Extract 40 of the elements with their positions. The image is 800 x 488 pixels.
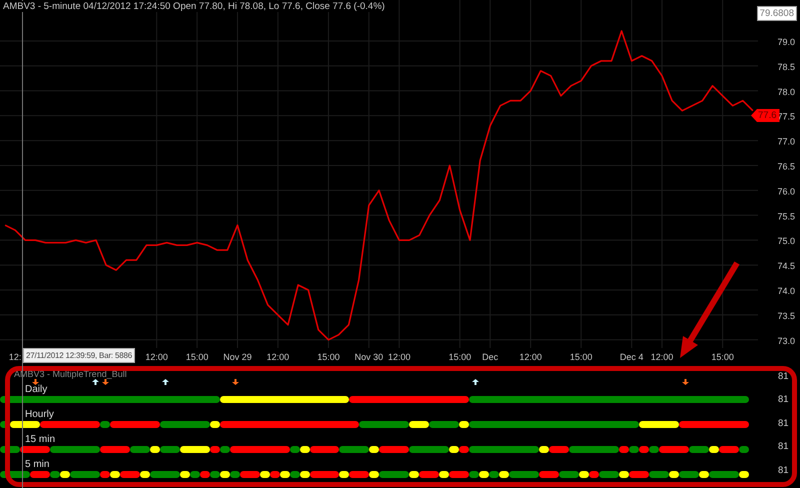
time-axis-label: 12:00	[266, 352, 290, 362]
time-axis-label: 15:00	[186, 352, 208, 362]
time-axis-label: 12:00	[388, 352, 410, 362]
indicator-axis-label: 81	[778, 418, 789, 431]
time-axis-label: 12:00	[519, 352, 542, 362]
price-axis-label: 73.5	[777, 310, 795, 321]
indicator-axis-label: 81	[778, 371, 789, 384]
time-axis-label: 12:	[8, 352, 22, 362]
time-axis-label: 15:00	[570, 352, 592, 362]
row-label: 5 min	[24, 458, 50, 470]
indicator-axis-label: 81	[778, 464, 789, 478]
row-label: 15 min	[24, 433, 56, 445]
price-axis-label: 77.0	[777, 136, 795, 147]
price-axis-label: 76.5	[777, 161, 795, 172]
time-axis-label: 12:00	[650, 352, 674, 362]
price-tag: 77.6	[751, 109, 780, 122]
price-axis-label: 76.0	[777, 186, 795, 196]
price-axis-label: 78.5	[777, 62, 795, 72]
time-axis-label: 15:00	[317, 352, 340, 362]
indicator-axis-label: 81	[778, 441, 789, 454]
time-axis-label: 15:00	[448, 352, 472, 362]
price-axis-label: 74.5	[777, 261, 795, 272]
price-axis-label: 74.0	[777, 286, 795, 296]
time-axis-label: 15:00	[711, 352, 734, 362]
time-axis-label: Nov 30	[354, 352, 384, 362]
price-axis-label: 79.0	[777, 36, 795, 47]
price-axis-label: 73.0	[777, 336, 795, 346]
row-label: Daily	[24, 383, 48, 395]
price-value-box: 79.6808	[756, 6, 797, 21]
time-axis-label: 12:00	[145, 352, 168, 362]
price-axis-label: 75.5	[777, 211, 795, 222]
time-axis-label: Dec 4	[620, 352, 644, 362]
indicator-axis-label: 81	[778, 394, 789, 408]
chart-title: AMBV3 - 5-minute 04/12/2012 17:24:50 Open 77.80, Hi 78.08, Lo 77.6, Close 77.6 (-0.4%)	[3, 1, 385, 12]
row-label: Hourly	[24, 408, 55, 420]
time-axis-label: Nov 29	[223, 352, 252, 362]
price-axis-label: 75.0	[777, 236, 795, 246]
time-axis-label: Dec	[482, 352, 498, 362]
crosshair-tooltip: 27/11/2012 12:39:59, Bar: 5886	[23, 348, 135, 363]
price-axis-label: 78.0	[777, 86, 795, 97]
